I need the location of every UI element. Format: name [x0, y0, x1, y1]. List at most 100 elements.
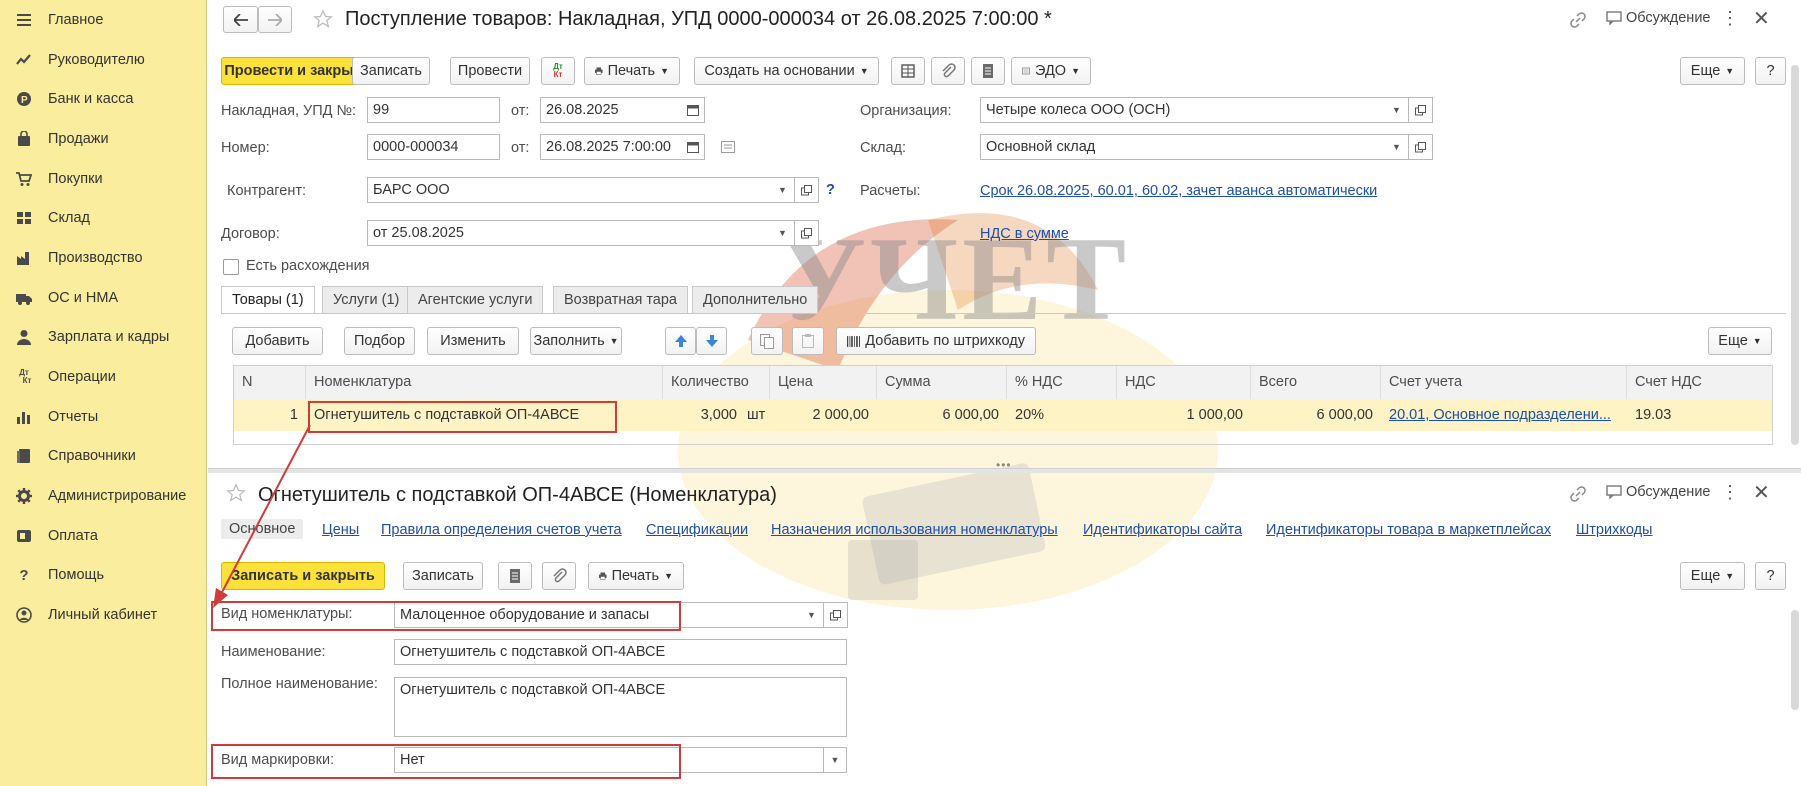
subtab-site-ids[interactable]: Идентификаторы сайта	[1083, 522, 1242, 538]
item-name-input[interactable]: Огнетушитель с подставкой ОП-4АВСЕ	[394, 639, 847, 665]
contract-input[interactable]: от 25.08.2025	[367, 220, 772, 246]
attach-button[interactable]	[931, 57, 965, 85]
sidebar-item-operations[interactable]: Дт Кт Операции	[0, 357, 206, 397]
calendar-button[interactable]	[681, 97, 705, 123]
warehouse-open-button[interactable]	[1409, 134, 1433, 160]
table-more-button[interactable]: Еще ▼	[1708, 327, 1772, 355]
item-kind-open-button[interactable]	[824, 602, 848, 628]
more-vertical-icon[interactable]: ⋮	[1721, 8, 1739, 29]
sidebar-item-payment[interactable]: Оплата	[0, 516, 206, 556]
add-by-barcode-button[interactable]: Добавить по штрихкоду	[836, 327, 1036, 355]
sidebar-item-bank[interactable]: P Банк и касса	[0, 79, 206, 119]
journal-button[interactable]	[971, 57, 1005, 85]
item-kind-input[interactable]: Малоценное оборудование и запасы	[394, 602, 801, 628]
item-more-button[interactable]: Еще ▼	[1680, 562, 1745, 590]
structure-button[interactable]	[891, 57, 925, 85]
tab-returnable-packaging[interactable]: Возвратная тара	[553, 286, 688, 314]
dt-kt-button[interactable]: Дт Кт	[541, 57, 575, 85]
column-header-total[interactable]: Всего	[1251, 366, 1381, 399]
sidebar-item-production[interactable]: Производство	[0, 238, 206, 278]
vat-in-sum-link[interactable]: НДС в сумме	[980, 226, 1069, 242]
subtab-specifications[interactable]: Спецификации	[646, 522, 748, 538]
create-based-on-button[interactable]: Создать на основании ▼	[694, 57, 879, 85]
number-input[interactable]: 0000-000034	[367, 134, 500, 160]
change-button[interactable]: Изменить	[427, 327, 519, 355]
column-header-quantity[interactable]: Количество	[663, 366, 770, 399]
edo-button[interactable]: ЭДО ▼	[1011, 57, 1091, 85]
counterparty-input[interactable]: БАРС ООО	[367, 177, 772, 203]
column-header-sum[interactable]: Сумма	[877, 366, 1007, 399]
history-icon[interactable]	[721, 141, 735, 153]
invoice-number-input[interactable]: 99	[367, 97, 500, 123]
back-button[interactable]	[223, 6, 258, 33]
add-row-button[interactable]: Добавить	[232, 327, 323, 355]
item-kind-dropdown[interactable]: ▼	[800, 602, 824, 628]
column-header-price[interactable]: Цена	[770, 366, 877, 399]
settlements-link[interactable]: Срок 26.08.2025, 60.01, 60.02, зачет ава…	[980, 183, 1377, 199]
organization-open-button[interactable]	[1409, 97, 1433, 123]
column-header-account[interactable]: Счет учета	[1381, 366, 1627, 399]
column-header-vat[interactable]: НДС	[1117, 366, 1251, 399]
item-attach-button[interactable]	[542, 562, 576, 590]
tab-services[interactable]: Услуги (1)	[322, 286, 411, 314]
subtab-account-rules[interactable]: Правила определения счетов учета	[381, 522, 622, 538]
lower-scrollbar[interactable]	[1791, 610, 1799, 710]
sidebar-item-administration[interactable]: Администрирование	[0, 476, 206, 516]
item-fullname-textarea[interactable]: Огнетушитель с подставкой ОП-4АВСЕ	[394, 677, 847, 737]
sidebar-item-main[interactable]: Главное	[0, 0, 206, 40]
item-marking-input[interactable]: Нет	[394, 747, 824, 773]
item-close-icon[interactable]: ✕	[1753, 480, 1770, 505]
forward-button[interactable]	[258, 6, 292, 33]
sidebar-item-warehouse[interactable]: Склад	[0, 198, 206, 238]
sidebar-item-account[interactable]: Личный кабинет	[0, 595, 206, 635]
item-marking-dropdown[interactable]: ▼	[823, 747, 847, 773]
item-save-button[interactable]: Записать	[403, 562, 483, 590]
contract-dropdown[interactable]: ▼	[771, 220, 795, 246]
fill-button[interactable]: Заполнить ▼	[530, 327, 622, 355]
discrepancy-checkbox[interactable]	[223, 259, 239, 275]
table-row[interactable]: 1 Огнетушитель с подставкой ОП-4АВСЕ 3,0…	[234, 399, 1772, 431]
post-and-close-button[interactable]: Провести и закрыть	[221, 57, 373, 85]
tab-goods[interactable]: Товары (1)	[221, 286, 315, 314]
invoice-date-input[interactable]: 26.08.2025	[540, 97, 682, 123]
star-icon[interactable]	[313, 9, 333, 29]
upper-scrollbar[interactable]	[1791, 65, 1799, 445]
tab-agent-services[interactable]: Агентские услуги	[407, 286, 544, 314]
sidebar-item-reports[interactable]: Отчеты	[0, 397, 206, 437]
warehouse-dropdown[interactable]: ▼	[1385, 134, 1409, 160]
save-button[interactable]: Записать	[352, 57, 430, 85]
discuss-button[interactable]: Обсуждение	[1606, 10, 1710, 26]
sidebar-item-help[interactable]: ? Помощь	[0, 556, 206, 596]
item-print-button[interactable]: Печать ▼	[588, 562, 684, 590]
post-button[interactable]: Провести	[450, 57, 530, 85]
calendar-button-2[interactable]	[681, 134, 705, 160]
item-journal-button[interactable]	[498, 562, 532, 590]
splitter-grip-icon[interactable]: •••	[996, 458, 1012, 472]
subtab-marketplace-ids[interactable]: Идентификаторы товара в маркетплейсах	[1266, 522, 1551, 538]
sidebar-item-fixed-assets[interactable]: ОС и НМА	[0, 278, 206, 318]
warehouse-input[interactable]: Основной склад	[980, 134, 1386, 160]
link-icon-item[interactable]	[1570, 486, 1586, 502]
sidebar-item-sales[interactable]: Продажи	[0, 119, 206, 159]
close-icon[interactable]: ✕	[1753, 6, 1770, 31]
column-header-n[interactable]: N	[234, 366, 306, 399]
column-header-vat-rate[interactable]: % НДС	[1007, 366, 1117, 399]
organization-dropdown[interactable]: ▼	[1385, 97, 1409, 123]
more-button[interactable]: Еще ▼	[1680, 57, 1745, 85]
subtab-usage-purposes[interactable]: Назначения использования номенклатуры	[771, 522, 1058, 538]
document-date-input[interactable]: 26.08.2025 7:00:00	[540, 134, 682, 160]
item-help-button[interactable]: ?	[1755, 562, 1786, 590]
paste-row-button[interactable]	[792, 327, 824, 355]
sidebar-item-manager[interactable]: Руководителю	[0, 40, 206, 80]
column-header-vat-account[interactable]: Счет НДС	[1627, 366, 1772, 399]
column-header-item[interactable]: Номенклатура	[306, 366, 663, 399]
help-button[interactable]: ?	[1755, 57, 1786, 85]
sidebar-item-purchases[interactable]: Покупки	[0, 159, 206, 199]
counterparty-open-button[interactable]	[795, 177, 819, 203]
link-icon[interactable]	[1570, 12, 1586, 28]
counterparty-dropdown[interactable]: ▼	[771, 177, 795, 203]
sidebar-item-salary[interactable]: Зарплата и кадры	[0, 318, 206, 358]
item-discuss-button[interactable]: Обсуждение	[1606, 484, 1710, 500]
cell-account-link[interactable]: 20.01, Основное подразделени...	[1381, 399, 1627, 431]
select-button[interactable]: Подбор	[344, 327, 415, 355]
